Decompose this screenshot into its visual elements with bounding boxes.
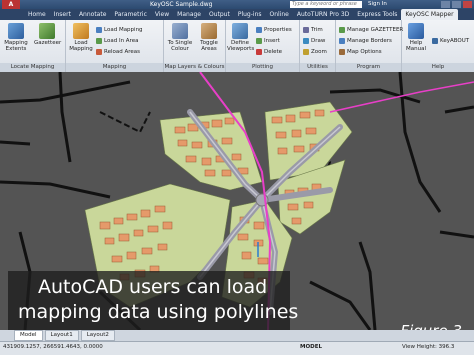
insert-button[interactable]: Insert [256,37,280,45]
load-in-area-button[interactable]: Load In Area [96,37,138,45]
tab-insert[interactable]: Insert [50,9,75,20]
define-viewports-button[interactable]: Define Viewports [227,23,254,52]
panel-plotting: Define Viewports Properties Insert Delet… [226,20,300,72]
single-colour-button[interactable]: To Single Colour [167,23,193,52]
panel-title: Mapping [66,63,163,72]
single-colour-icon [172,23,188,39]
help-manual-button[interactable]: Help Manual [403,23,429,52]
manage-gazetteer-button[interactable]: Manage GAZETTEER [339,26,403,34]
tab-online[interactable]: Online [266,9,293,20]
insert-icon [256,38,262,44]
tab-view[interactable]: View [151,9,173,20]
trim-icon [303,27,309,33]
load-icon [96,27,102,33]
tab-autoturn[interactable]: AutoTURN Pro 3D [293,9,353,20]
trim-button[interactable]: Trim [303,26,323,34]
maximize-icon[interactable] [452,1,461,8]
panel-mapping: Load Mapping Load Mapping Load In Area R… [66,20,164,72]
gazetteer-small-icon [339,27,345,33]
layout-tabs: Model Layout1 Layout2 [0,330,474,341]
load-mapping-button[interactable]: Load Mapping [96,26,143,34]
tab-model[interactable]: Model [14,330,43,341]
tab-annotate[interactable]: Annotate [75,9,110,20]
properties-icon [256,27,262,33]
panel-program: Manage GAZETTEER Manage Borders Map Opti… [336,20,403,72]
panel-title: Utilities [300,63,335,72]
model-space-toggle[interactable]: MODEL [300,344,322,350]
caption-line-1: AutoCAD users can load [38,276,268,298]
search-input[interactable]: Type a keyword or phrase [290,1,362,8]
zoom-icon [303,49,309,55]
panel-title: Program [336,63,401,72]
map-options-button[interactable]: Map Options [339,48,382,56]
gazetteer-icon [39,23,55,39]
window-controls [441,1,472,8]
options-icon [339,49,345,55]
define-viewports-icon [232,23,248,39]
tab-manage[interactable]: Manage [173,9,205,20]
panel-title: Help [402,63,474,72]
mapping-extents-button[interactable]: Mapping Extents [3,23,29,52]
minimize-icon[interactable] [441,1,450,8]
gazetteer-button[interactable]: Gazetteer [34,23,61,46]
tab-parametric[interactable]: Parametric [110,9,151,20]
tab-layout2[interactable]: Layout2 [80,330,115,341]
panel-title: Plotting [226,63,299,72]
title-bar: A KeyOSC Sample.dwg Type a keyword or ph… [0,0,474,9]
view-height-readout: View Height: 396.3 [402,344,455,350]
borders-icon [339,38,345,44]
tab-plug-ins[interactable]: Plug-ins [234,9,266,20]
load-mapping-icon [73,23,89,39]
panel-title: Map Layers & Colours [164,63,225,72]
delete-icon [256,49,262,55]
load-mapping-big-button[interactable]: Load Mapping [68,23,94,52]
about-icon [432,38,438,44]
cursor-coordinates: 431909.1257, 266591.4643, 0.0000 [3,344,103,350]
ribbon-tabs: Home Insert Annotate Parametric View Man… [0,9,474,20]
mapping-extents-icon [8,23,24,39]
toggle-areas-icon [201,23,217,39]
draw-button[interactable]: Draw [303,37,325,45]
area-icon [96,38,102,44]
tab-keyosc-mapper[interactable]: KeyOSC Mapper [401,9,458,20]
tab-output[interactable]: Output [205,9,234,20]
keyabout-button[interactable]: KeyABOUT [432,37,469,45]
window-title: KeyOSC Sample.dwg [150,1,213,8]
tab-express-tools[interactable]: Express Tools [353,9,401,20]
panel-map-layers: To Single Colour Toggle Areas Map Layers… [164,20,226,72]
panel-help: Help Manual KeyABOUT Help [402,20,474,72]
panel-locate-mapping: Mapping Extents Gazetteer Locate Mapping [0,20,66,72]
manage-borders-button[interactable]: Manage Borders [339,37,392,45]
help-manual-icon [408,23,424,39]
reload-icon [96,49,102,55]
application-menu-button[interactable]: A [2,0,20,9]
tab-home[interactable]: Home [24,9,50,20]
caption-overlay: AutoCAD users can load mapping data usin… [8,271,298,333]
status-bar: 431909.1257, 266591.4643, 0.0000 MODEL V… [0,341,474,355]
toggle-areas-button[interactable]: Toggle Areas [196,23,222,52]
ribbon-panel: Mapping Extents Gazetteer Locate Mapping… [0,20,474,72]
delete-button[interactable]: Delete [256,48,282,56]
close-icon[interactable] [463,1,472,8]
reload-areas-button[interactable]: Reload Areas [96,48,140,56]
panel-utilities: Trim Draw Zoom Utilities [300,20,336,72]
tab-layout1[interactable]: Layout1 [44,330,79,341]
properties-button[interactable]: Properties [256,26,292,34]
zoom-button[interactable]: Zoom [303,48,327,56]
caption-line-2: mapping data using polylines [18,301,299,323]
draw-icon [303,38,309,44]
panel-title: Locate Mapping [0,63,65,72]
sign-in-link[interactable]: Sign In [368,0,387,9]
